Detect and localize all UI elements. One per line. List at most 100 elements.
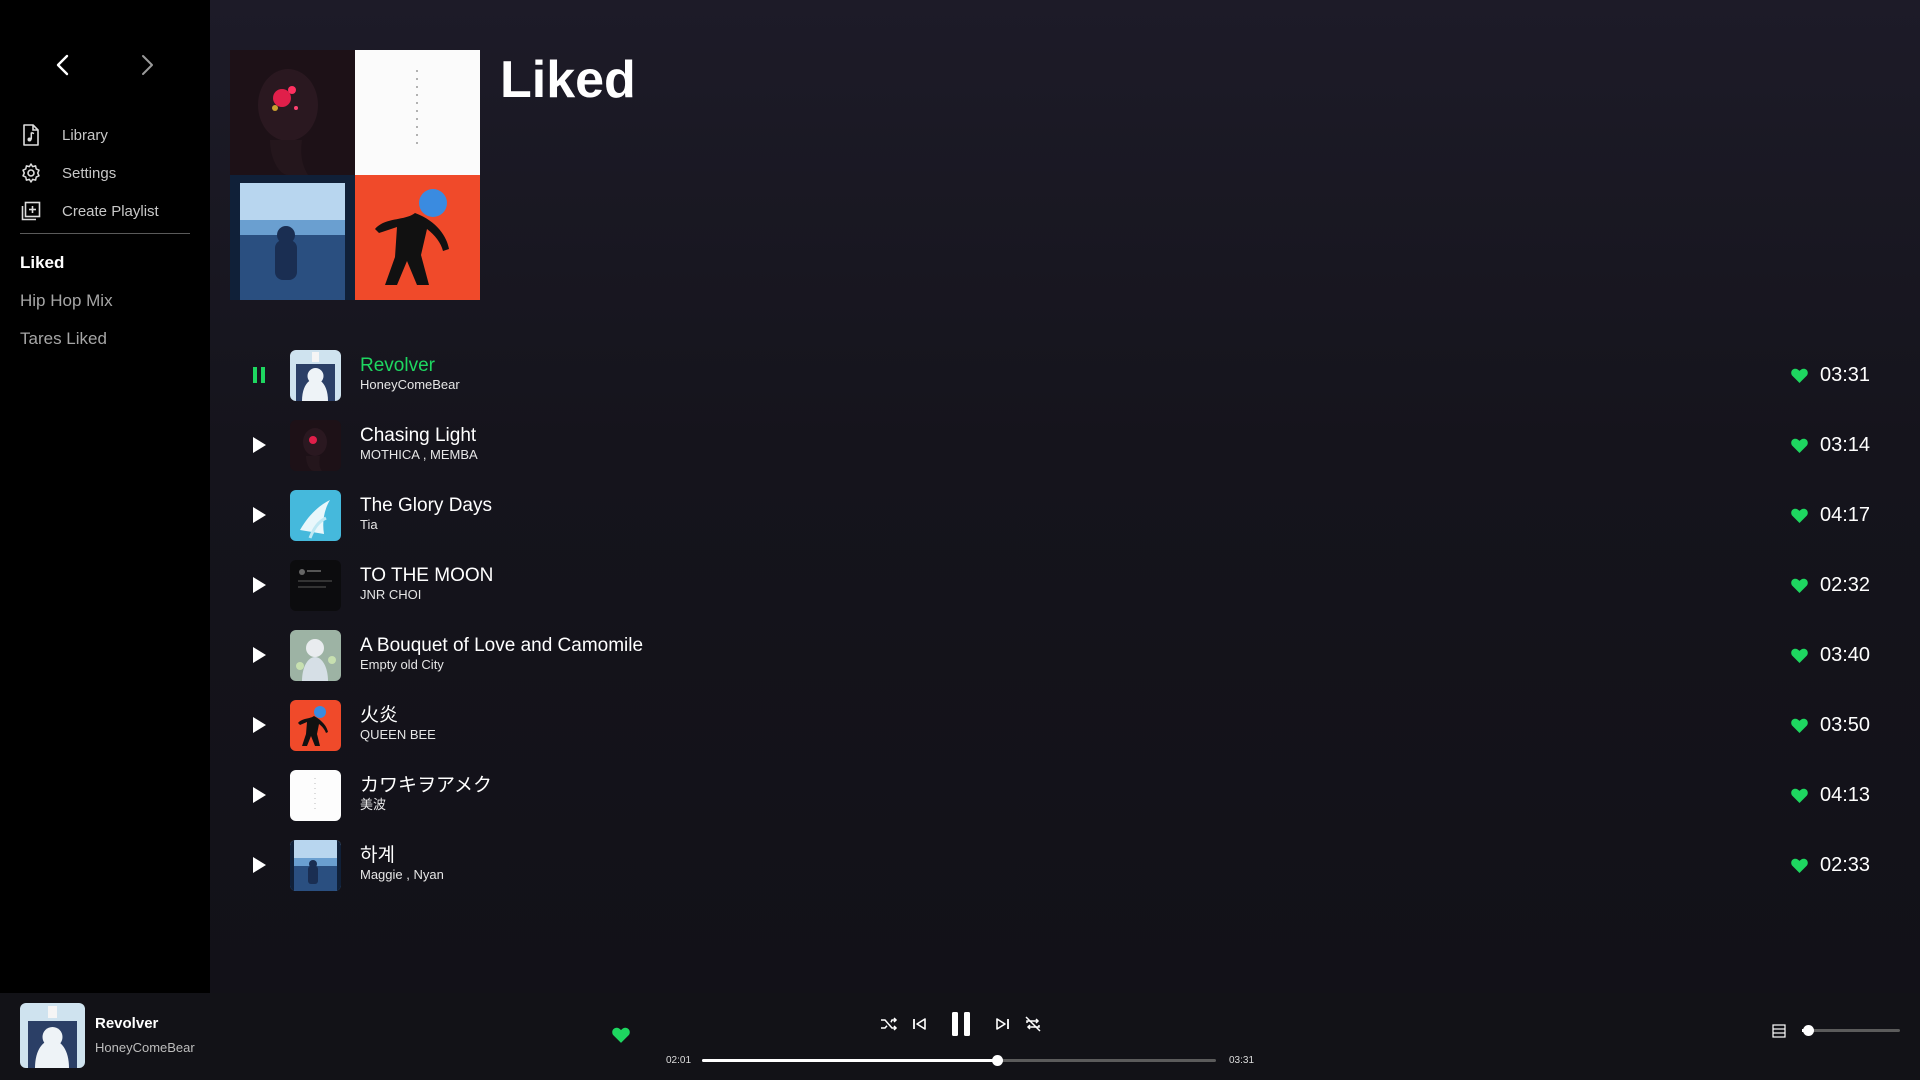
playback-controls bbox=[870, 1007, 1050, 1041]
gear-icon bbox=[20, 162, 42, 184]
play-icon[interactable] bbox=[248, 644, 270, 666]
track-artist[interactable]: HoneyComeBear bbox=[360, 377, 460, 393]
progress-bar[interactable] bbox=[702, 1055, 1216, 1066]
volume-slider[interactable] bbox=[1802, 1025, 1900, 1036]
track-art bbox=[290, 769, 341, 821]
track-title: 하계 bbox=[360, 845, 395, 866]
volume-knob[interactable] bbox=[1802, 1025, 1814, 1036]
track-art bbox=[290, 489, 341, 541]
sidebar-playlist-hip-hop-mix[interactable]: Hip Hop Mix bbox=[20, 282, 190, 320]
heart-icon[interactable] bbox=[612, 1027, 632, 1047]
cover-tile bbox=[355, 175, 480, 300]
heart-icon[interactable] bbox=[1790, 786, 1808, 804]
track-art bbox=[290, 419, 341, 471]
history-nav bbox=[48, 50, 168, 80]
now-playing-title[interactable]: Revolver bbox=[95, 1015, 158, 1032]
track-title: カワキヲアメク bbox=[360, 775, 493, 796]
track-row[interactable]: TO THE MOON JNR CHOI 02:32 bbox=[210, 550, 1890, 620]
pause-icon[interactable] bbox=[248, 364, 270, 386]
main-content: Liked Revolver HoneyComeBear 03:31 Chasi… bbox=[210, 0, 1920, 993]
play-icon[interactable] bbox=[248, 784, 270, 806]
track-duration: 03:40 bbox=[1820, 643, 1871, 666]
track-row[interactable]: カワキヲアメク 美波 04:13 bbox=[210, 760, 1890, 830]
chevron-left-icon[interactable] bbox=[48, 50, 78, 80]
track-duration: 03:31 bbox=[1820, 363, 1871, 386]
sidebar-item-library[interactable]: Library bbox=[20, 116, 190, 154]
add-playlist-icon bbox=[20, 200, 42, 222]
track-artist[interactable]: MOTHICA , MEMBA bbox=[360, 447, 478, 463]
heart-icon[interactable] bbox=[1790, 436, 1808, 454]
playlist-cover-collage bbox=[230, 50, 480, 300]
track-row[interactable]: Chasing Light MOTHICA , MEMBA 03:14 bbox=[210, 410, 1890, 480]
play-icon[interactable] bbox=[248, 504, 270, 526]
heart-icon[interactable] bbox=[1790, 506, 1808, 524]
track-artist[interactable]: Empty old City bbox=[360, 657, 643, 673]
track-duration: 03:14 bbox=[1820, 433, 1871, 456]
sidebar-menu: Library Settings Create Playlist bbox=[20, 116, 190, 230]
playlist-list: Liked Hip Hop Mix Tares Liked bbox=[20, 244, 190, 358]
now-playing-art[interactable] bbox=[20, 1003, 85, 1068]
track-duration: 03:50 bbox=[1820, 713, 1871, 736]
track-artist[interactable]: 美波 bbox=[360, 797, 492, 813]
heart-icon[interactable] bbox=[1790, 856, 1808, 874]
track-art bbox=[290, 629, 341, 681]
track-duration: 04:13 bbox=[1820, 783, 1871, 806]
track-title: The Glory Days bbox=[360, 495, 492, 516]
track-row[interactable]: A Bouquet of Love and Camomile Empty old… bbox=[210, 620, 1890, 690]
progress-knob[interactable] bbox=[991, 1055, 1003, 1066]
track-row[interactable]: Revolver HoneyComeBear 03:31 bbox=[210, 340, 1890, 410]
previous-icon[interactable] bbox=[908, 1007, 930, 1041]
heart-icon[interactable] bbox=[1790, 366, 1808, 384]
track-title: A Bouquet of Love and Camomile bbox=[360, 635, 644, 656]
track-art bbox=[290, 349, 341, 401]
play-icon[interactable] bbox=[248, 714, 270, 736]
sidebar-item-settings[interactable]: Settings bbox=[20, 154, 190, 192]
sidebar-item-label: Create Playlist bbox=[62, 202, 159, 220]
page-title: Liked bbox=[500, 51, 636, 109]
track-duration: 02:33 bbox=[1820, 853, 1871, 876]
repeat-off-icon[interactable] bbox=[1022, 1007, 1044, 1041]
sidebar-playlist-tares-liked[interactable]: Tares Liked bbox=[20, 320, 190, 358]
track-artist[interactable]: Maggie , Nyan bbox=[360, 867, 444, 883]
track-artist[interactable]: JNR CHOI bbox=[360, 587, 493, 603]
track-title: TO THE MOON bbox=[360, 565, 494, 586]
sidebar-divider bbox=[20, 233, 190, 234]
track-title: Chasing Light bbox=[360, 425, 477, 446]
track-art bbox=[290, 559, 341, 611]
heart-icon[interactable] bbox=[1790, 576, 1808, 594]
track-art bbox=[290, 839, 341, 891]
play-icon[interactable] bbox=[248, 574, 270, 596]
sidebar-item-label: Library bbox=[62, 126, 108, 144]
total-time: 03:31 bbox=[1229, 1055, 1255, 1066]
cover-tile bbox=[230, 175, 355, 300]
progress-fill bbox=[702, 1059, 997, 1062]
sidebar-playlist-liked[interactable]: Liked bbox=[20, 244, 190, 282]
track-artist[interactable]: Tia bbox=[360, 517, 492, 533]
track-row[interactable]: 火炎 QUEEN BEE 03:50 bbox=[210, 690, 1890, 760]
play-icon[interactable] bbox=[248, 854, 270, 876]
sidebar: Library Settings Create Playlist Liked H… bbox=[0, 0, 210, 993]
next-icon[interactable] bbox=[992, 1007, 1014, 1041]
track-duration: 04:17 bbox=[1820, 503, 1871, 526]
chevron-right-icon[interactable] bbox=[132, 50, 162, 80]
cover-tile bbox=[355, 50, 480, 175]
sidebar-item-label: Settings bbox=[62, 164, 117, 182]
track-duration: 02:32 bbox=[1820, 573, 1871, 596]
track-title: 火炎 bbox=[360, 705, 399, 726]
sidebar-item-create-playlist[interactable]: Create Playlist bbox=[20, 192, 190, 230]
track-row[interactable]: 하계 Maggie , Nyan 02:33 bbox=[210, 830, 1890, 900]
queue-icon[interactable] bbox=[1771, 1023, 1787, 1039]
cover-tile bbox=[230, 50, 355, 175]
elapsed-time: 02:01 bbox=[666, 1055, 692, 1066]
player-bar: Revolver HoneyComeBear 02:01 03:31 bbox=[0, 993, 1920, 1080]
shuffle-icon[interactable] bbox=[878, 1007, 900, 1041]
play-icon[interactable] bbox=[248, 434, 270, 456]
heart-icon[interactable] bbox=[1790, 646, 1808, 664]
now-playing-artist[interactable]: HoneyComeBear bbox=[95, 1040, 195, 1055]
heart-icon[interactable] bbox=[1790, 716, 1808, 734]
pause-icon[interactable] bbox=[946, 1007, 976, 1041]
track-list: Revolver HoneyComeBear 03:31 Chasing Lig… bbox=[210, 340, 1890, 900]
music-file-icon bbox=[20, 124, 42, 146]
track-row[interactable]: The Glory Days Tia 04:17 bbox=[210, 480, 1890, 550]
track-artist[interactable]: QUEEN BEE bbox=[360, 727, 436, 743]
